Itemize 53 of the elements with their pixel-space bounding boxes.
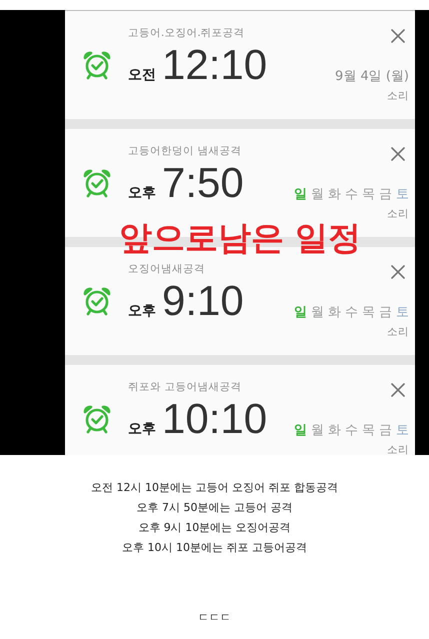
alarm-card[interactable]: 쥐포와 고등어냄새공격 오후 10:10 일 월 화 수 목 금 토 소리 [65, 365, 415, 455]
weekday: 일 [294, 186, 307, 203]
alarm-clock-icon [82, 168, 112, 198]
weekday: 수 [345, 304, 358, 321]
weekday: 금 [379, 304, 392, 321]
alarm-label: 고등어한덩이 냄새공격 [128, 144, 242, 158]
weekday: 일 [294, 304, 307, 321]
meridiem: 오전 [128, 66, 156, 84]
meridiem: 오후 [128, 184, 156, 202]
alarm-date: 9월 4일 (월) [335, 68, 409, 85]
sound-label: 소리 [387, 207, 409, 221]
meridiem: 오후 [128, 302, 156, 320]
weekday: 금 [379, 186, 392, 203]
caption-line: 오후 7시 50분에는 고등어 공격 [136, 500, 292, 515]
weekday: 토 [396, 422, 409, 439]
weekday: 목 [362, 186, 375, 203]
weekday: 일 [294, 422, 307, 439]
weekday: 화 [328, 304, 341, 321]
weekday: 토 [396, 304, 409, 321]
sound-label: 소리 [387, 325, 409, 339]
weekday: 수 [345, 422, 358, 439]
footer-text: ㄷㄷㄷ [197, 610, 232, 625]
alarm-label: 쥐포와 고등어냄새공격 [128, 380, 242, 394]
weekday: 목 [362, 422, 375, 439]
caption-line: 오후 10시 10분에는 쥐포 고등어공격 [122, 540, 307, 555]
close-icon[interactable] [391, 265, 405, 279]
caption-line: 오전 12시 10분에는 고등어 오징어 쥐포 합동공격 [91, 480, 338, 495]
close-icon[interactable] [391, 29, 405, 43]
alarm-time: 10:10 [162, 395, 268, 443]
alarm-label: 오징어냄새공격 [128, 262, 206, 276]
caption-line: 오후 9시 10분에는 오징어공격 [138, 520, 291, 535]
alarm-clock-icon [82, 404, 112, 434]
alarm-time: 7:50 [162, 159, 244, 207]
alarm-clock-icon [82, 286, 112, 316]
weekday: 월 [311, 422, 324, 439]
meridiem: 오후 [128, 420, 156, 438]
weekday: 금 [379, 422, 392, 439]
alarm-time: 9:10 [162, 277, 244, 325]
weekday: 화 [328, 186, 341, 203]
close-icon[interactable] [391, 147, 405, 161]
weekday: 월 [311, 186, 324, 203]
weekday: 월 [311, 304, 324, 321]
alarm-card[interactable]: 고등어.오징어.쥐포공격 오전 12:10 9월 4일 (월) 소리 [65, 11, 415, 119]
weekday: 화 [328, 422, 341, 439]
weekday: 수 [345, 186, 358, 203]
weekday: 토 [396, 186, 409, 203]
alarm-time: 12:10 [162, 41, 268, 89]
alarm-label: 고등어.오징어.쥐포공격 [128, 26, 246, 40]
weekday: 목 [362, 304, 375, 321]
sound-label: 소리 [387, 443, 409, 455]
close-icon[interactable] [391, 383, 405, 397]
alarm-clock-icon [82, 50, 112, 80]
sound-label: 소리 [387, 89, 409, 103]
